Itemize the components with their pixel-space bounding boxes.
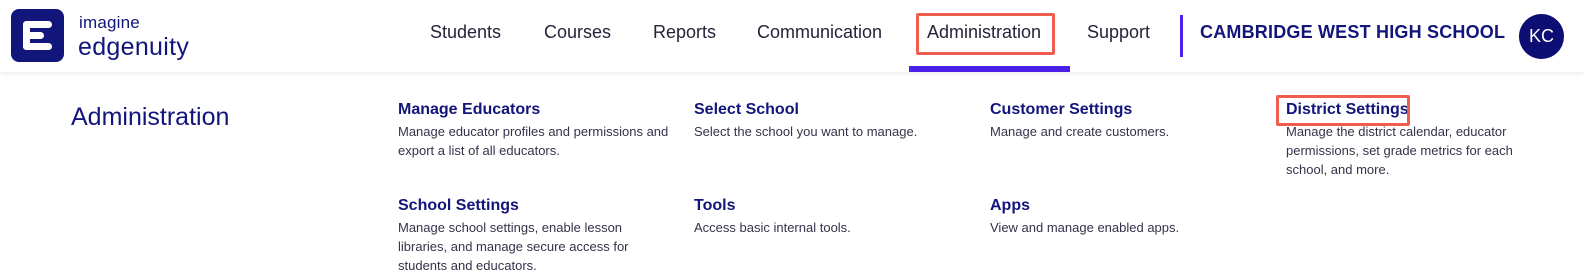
menu-item-customer-settings[interactable]: Customer Settings Manage and create cust… xyxy=(990,101,1260,141)
nav-divider xyxy=(1180,15,1183,57)
nav-reports[interactable]: Reports xyxy=(653,22,716,46)
menu-item-school-settings[interactable]: School Settings Manage school settings, … xyxy=(398,197,668,275)
page: imagine edgenuity Students Courses Repor… xyxy=(0,0,1584,279)
menu-item-description: Manage educator profiles and permissions… xyxy=(398,124,669,158)
nav-support[interactable]: Support xyxy=(1087,22,1150,46)
menu-item-apps[interactable]: Apps View and manage enabled apps. xyxy=(990,197,1260,237)
panel-title: Administration xyxy=(71,103,230,131)
district-settings-highlight xyxy=(1276,95,1410,126)
user-avatar[interactable]: KC xyxy=(1519,14,1564,59)
menu-item-description: Manage and create customers. xyxy=(990,124,1170,139)
menu-item-tools[interactable]: Tools Access basic internal tools. xyxy=(694,197,964,237)
menu-item-description: Manage school settings, enable lesson li… xyxy=(398,220,629,273)
menu-item-title[interactable]: Tools xyxy=(694,197,964,215)
menu-item-title[interactable]: Select School xyxy=(694,101,964,119)
menu-item-title[interactable]: School Settings xyxy=(398,197,668,215)
nav-courses[interactable]: Courses xyxy=(544,22,611,46)
menu-item-description: View and manage enabled apps. xyxy=(990,220,1180,235)
brand-name-line1: imagine xyxy=(79,13,140,32)
nav-administration-highlight xyxy=(916,13,1055,55)
logo-glyph xyxy=(23,21,52,50)
menu-item-description: Manage the district calendar, educator p… xyxy=(1286,124,1513,177)
edgenuity-logo-icon[interactable] xyxy=(11,9,64,62)
menu-item-select-school[interactable]: Select School Select the school you want… xyxy=(694,101,964,141)
menu-item-description: Access basic internal tools. xyxy=(694,220,851,235)
nav-communication[interactable]: Communication xyxy=(757,22,882,46)
menu-item-manage-educators[interactable]: Manage Educators Manage educator profile… xyxy=(398,101,678,160)
school-name[interactable]: CAMBRIDGE WEST HIGH SCHOOL xyxy=(1200,22,1505,43)
top-navbar: imagine edgenuity Students Courses Repor… xyxy=(0,0,1584,72)
menu-item-description: Select the school you want to manage. xyxy=(694,124,918,139)
menu-item-title[interactable]: Customer Settings xyxy=(990,101,1260,119)
menu-item-title[interactable]: Manage Educators xyxy=(398,101,678,119)
active-tab-indicator xyxy=(909,66,1070,72)
menu-item-title[interactable]: Apps xyxy=(990,197,1260,215)
nav-students[interactable]: Students xyxy=(430,22,501,46)
brand-name-line2: edgenuity xyxy=(78,33,190,61)
